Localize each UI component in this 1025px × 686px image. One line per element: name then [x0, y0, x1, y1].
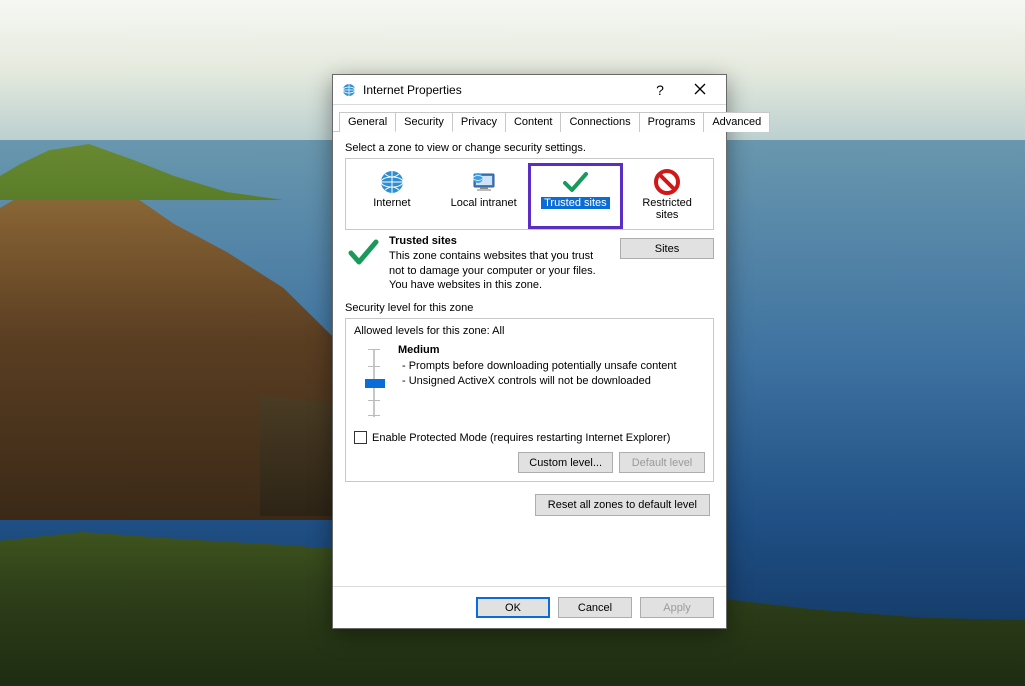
- zone-description-line2: You have websites in this zone.: [389, 278, 608, 292]
- titlebar[interactable]: Internet Properties ?: [333, 75, 726, 105]
- zone-restricted-sites[interactable]: Restricted sites: [621, 165, 713, 227]
- trusted-sites-icon: [345, 234, 381, 270]
- sites-button[interactable]: Sites: [620, 238, 714, 259]
- computer-icon: [468, 167, 500, 197]
- tab-content[interactable]: Content: [505, 112, 562, 132]
- globe-icon: [376, 167, 408, 197]
- cancel-button[interactable]: Cancel: [558, 597, 632, 618]
- allowed-levels-label: Allowed levels for this zone: All: [354, 325, 705, 337]
- slider-thumb[interactable]: [365, 379, 385, 388]
- window-title: Internet Properties: [363, 83, 462, 97]
- dialog-footer: OK Cancel Apply: [333, 586, 726, 628]
- zone-select-label: Select a zone to view or change security…: [345, 142, 714, 154]
- security-level-box: Allowed levels for this zone: All Medium…: [345, 318, 714, 482]
- zone-description-title: Trusted sites: [389, 234, 608, 248]
- tab-privacy[interactable]: Privacy: [452, 112, 506, 132]
- reset-all-zones-button[interactable]: Reset all zones to default level: [535, 494, 710, 516]
- protected-mode-row[interactable]: Enable Protected Mode (requires restarti…: [354, 431, 705, 444]
- zone-description: Trusted sites This zone contains website…: [345, 234, 714, 292]
- tab-connections[interactable]: Connections: [560, 112, 639, 132]
- zone-list: Internet Local intranet Trusted sites Re…: [345, 158, 714, 230]
- apply-button[interactable]: Apply: [640, 597, 714, 618]
- tab-content-area: Select a zone to view or change security…: [333, 132, 726, 586]
- zone-description-text: Trusted sites This zone contains website…: [389, 234, 612, 292]
- protected-mode-label: Enable Protected Mode (requires restarti…: [372, 432, 670, 444]
- tab-security[interactable]: Security: [395, 112, 453, 132]
- internet-properties-dialog: Internet Properties ? General Security P…: [332, 74, 727, 629]
- security-level-label: Security level for this zone: [345, 302, 714, 314]
- security-level-slider[interactable]: [360, 345, 388, 421]
- zone-trusted-sites[interactable]: Trusted sites: [530, 165, 622, 227]
- internet-options-icon: [341, 82, 357, 98]
- tabstrip: General Security Privacy Content Connect…: [333, 105, 726, 132]
- close-icon: [694, 82, 706, 98]
- no-entry-icon: [651, 167, 683, 197]
- level-bullet-2: - Unsigned ActiveX controls will not be …: [398, 374, 705, 389]
- level-bullet-1: - Prompts before downloading potentially…: [398, 359, 705, 374]
- tab-programs[interactable]: Programs: [639, 112, 705, 132]
- close-button[interactable]: [680, 76, 720, 104]
- default-level-button[interactable]: Default level: [619, 452, 705, 473]
- tab-advanced[interactable]: Advanced: [703, 112, 770, 132]
- zone-local-intranet[interactable]: Local intranet: [438, 165, 530, 227]
- zone-description-line1: This zone contains websites that you tru…: [389, 249, 608, 278]
- tab-general[interactable]: General: [339, 112, 396, 132]
- security-level-text: Medium - Prompts before downloading pote…: [398, 343, 705, 389]
- custom-level-button[interactable]: Custom level...: [518, 452, 613, 473]
- level-name: Medium: [398, 343, 705, 358]
- checkmark-icon: [559, 167, 591, 197]
- protected-mode-checkbox[interactable]: [354, 431, 367, 444]
- help-button[interactable]: ?: [640, 76, 680, 104]
- zone-internet[interactable]: Internet: [346, 165, 438, 227]
- ok-button[interactable]: OK: [476, 597, 550, 618]
